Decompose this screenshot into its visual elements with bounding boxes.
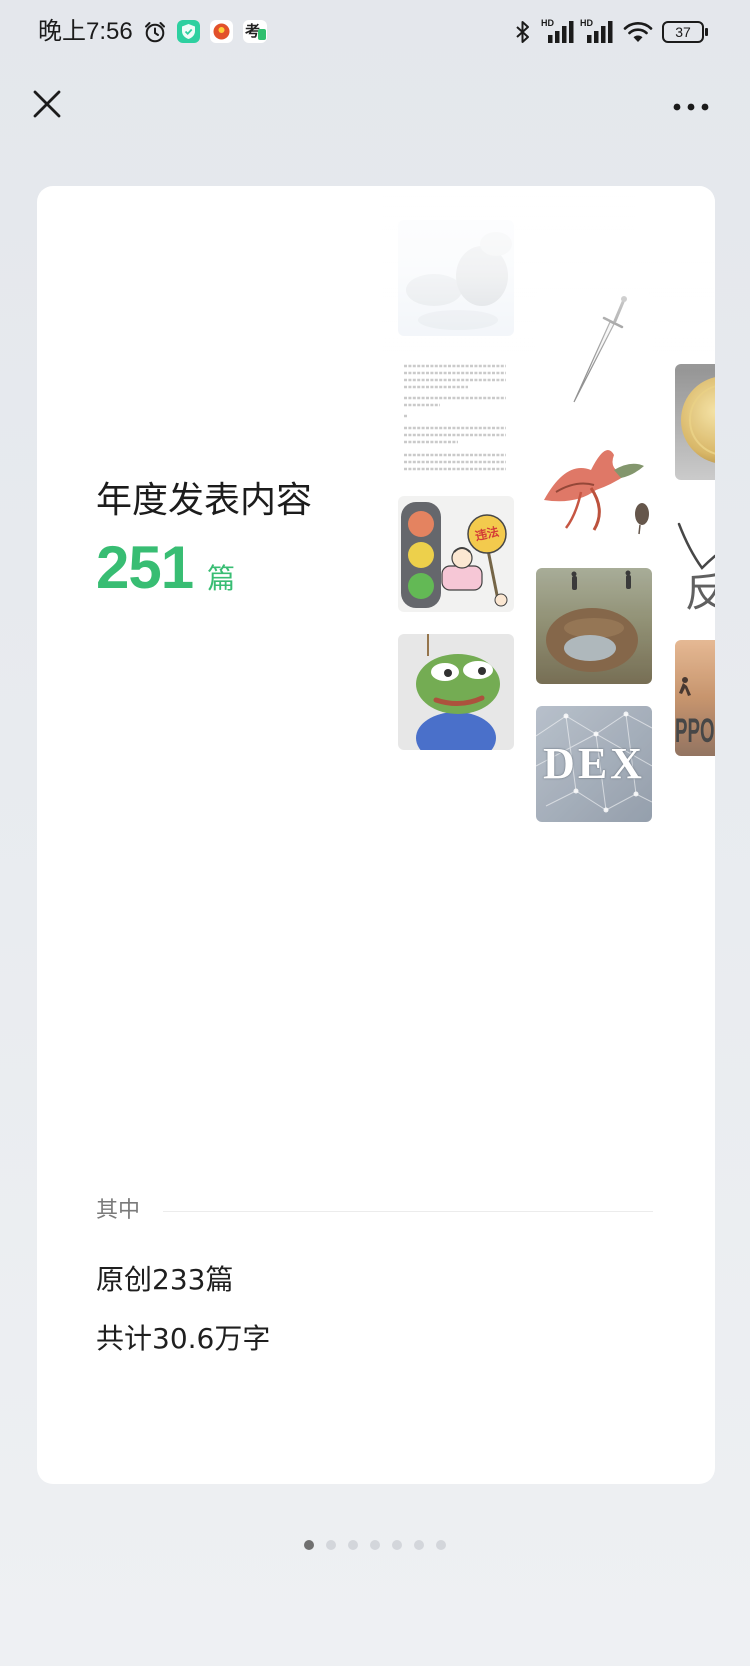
breakdown-label: 其中 <box>96 1198 141 1223</box>
bluetooth-icon <box>514 19 532 45</box>
thumb-article-text <box>398 358 514 474</box>
kao-app-badge <box>258 29 266 40</box>
battery-icon: 37 <box>662 21 709 43</box>
thumb-frog-cartoon <box>398 634 514 750</box>
close-button[interactable] <box>33 90 61 122</box>
thumb-bitcoin <box>675 364 715 480</box>
green-shield-app-icon <box>177 20 200 43</box>
page-dot-4 <box>370 1540 380 1550</box>
kao-app-icon: 考 <box>243 20 267 43</box>
status-time: 晚上7:56 <box>38 18 133 45</box>
post-count-unit: 篇 <box>207 562 236 595</box>
breakdown-divider <box>163 1211 653 1212</box>
thumb-dex: DEX <box>536 706 652 822</box>
thumb-ppo: PPO <box>675 640 715 756</box>
page-dot-6 <box>414 1540 424 1550</box>
post-count-number: 251 <box>96 534 194 601</box>
ppo-text: PPO <box>675 712 715 750</box>
page-dot-2 <box>326 1540 336 1550</box>
page-dot-1 <box>304 1540 314 1550</box>
orange-circle-app-icon <box>210 20 233 43</box>
collage-fade-overlay <box>367 186 715 371</box>
status-bar: 晚上7:56 考 HD HD 37 <box>0 0 750 64</box>
more-icon <box>673 103 709 111</box>
wifi-icon <box>623 20 653 44</box>
page-dot-7 <box>436 1540 446 1550</box>
thumb-phoenix <box>536 430 652 546</box>
alarm-icon <box>143 20 167 44</box>
signal-hd-icon: HD <box>541 19 577 45</box>
signal-hd-label: HD <box>541 18 554 28</box>
page-dot-3 <box>348 1540 358 1550</box>
thumb-sinkhole <box>536 568 652 684</box>
post-count: 251 篇 <box>96 538 235 598</box>
thumb-calligraphy: 反 <box>675 502 715 618</box>
close-icon <box>33 90 61 118</box>
more-button[interactable] <box>672 98 710 117</box>
page-title: 年度发表内容 <box>96 480 313 521</box>
page-indicator <box>0 1540 750 1550</box>
signal-hd-icon: HD <box>580 19 616 45</box>
thumb-traffic-cartoon: 违法 <box>398 496 514 612</box>
signal-hd-label: HD <box>580 18 593 28</box>
page-dot-5 <box>392 1540 402 1550</box>
battery-level: 37 <box>675 24 691 40</box>
total-words-stat: 共计30.6万字 <box>96 1322 271 1355</box>
dex-text: DEX <box>543 739 645 788</box>
calligraphy-char: 反 <box>685 570 715 616</box>
original-posts-stat: 原创233篇 <box>96 1263 234 1296</box>
annual-summary-card: 违法 DEX 反 PPO 年度发表内容 251 篇 其中 原创233篇 共计30… <box>37 186 715 1484</box>
